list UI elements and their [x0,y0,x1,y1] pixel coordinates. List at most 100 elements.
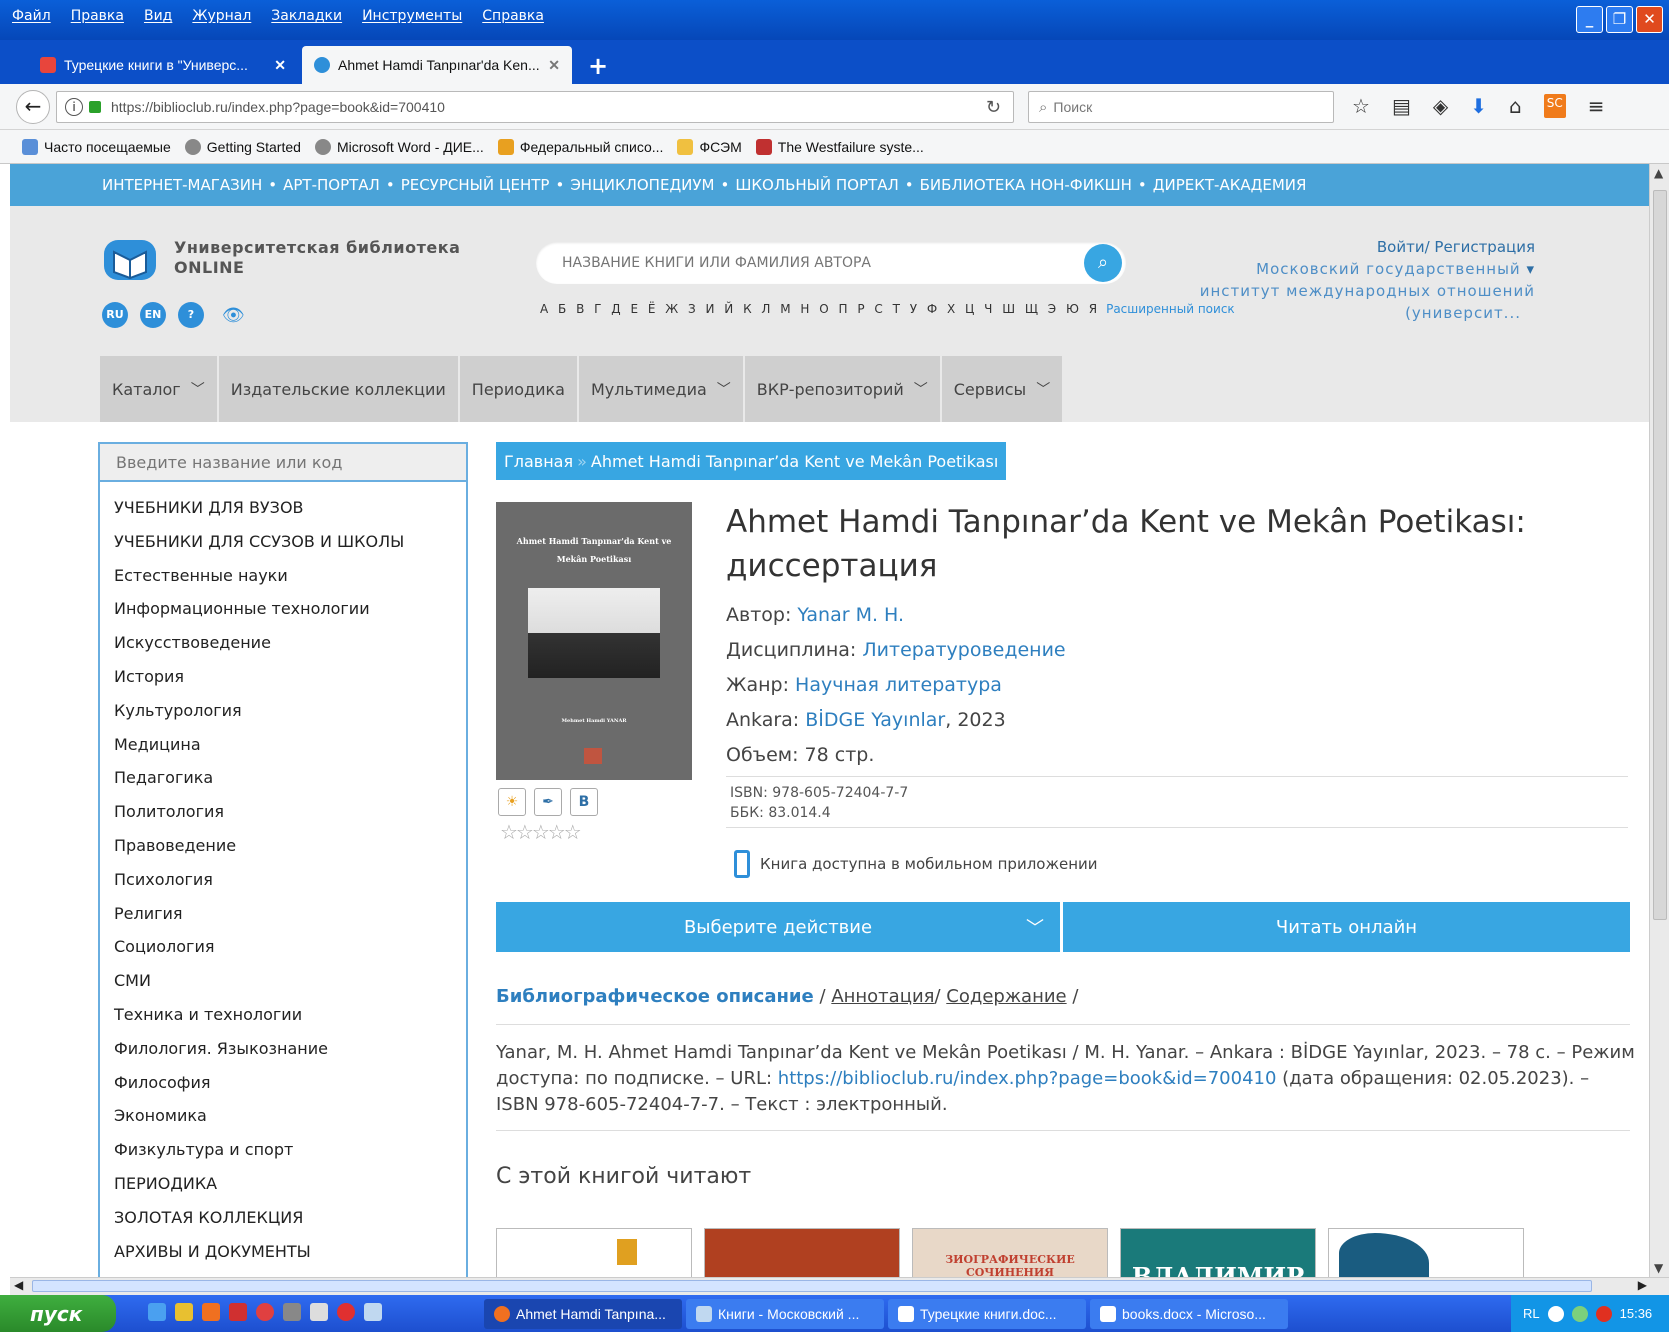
catalog-category-item[interactable]: Культурология [100,701,466,735]
tab-contents[interactable]: Содержание [946,986,1066,1007]
catalog-category-item[interactable]: Физкультура и спорт [100,1140,466,1174]
login-register-link[interactable]: Войти/ Регистрация [1200,236,1535,258]
search-icon[interactable]: ⌕ [1084,244,1122,282]
catalog-category-item[interactable]: АРХИВЫ И ДОКУМЕНТЫ [100,1242,466,1276]
catalog-category-item[interactable]: Политология [100,802,466,836]
site-search-input[interactable] [562,242,1082,284]
lang-en-button[interactable]: EN [140,302,166,328]
menu-bookmarks[interactable]: Закладки [271,8,342,24]
opera-icon[interactable] [256,1303,274,1321]
scroll-thumb[interactable] [32,1280,1592,1292]
related-book-thumb[interactable]: ВЛАДИМИР [1120,1228,1316,1277]
catalog-category-item[interactable]: УЧЕБНИКИ ДЛЯ ВУЗОВ [100,498,466,532]
alert-icon[interactable] [1595,1305,1612,1322]
breadcrumb-home[interactable]: Главная [504,452,573,471]
home-icon[interactable]: ⌂ [1509,94,1522,118]
menu-file[interactable]: Файл [12,8,51,24]
task-books[interactable]: Книги - Московский ... [686,1299,884,1329]
nav-vkr-repository[interactable]: ВКР-репозиторий ﹀ [744,356,942,422]
catalog-category-item[interactable]: Филология. Языкознание [100,1039,466,1073]
firefox-icon[interactable] [202,1303,220,1321]
portal-link[interactable]: АРТ-ПОРТАЛ [283,176,380,194]
nav-publisher-collections[interactable]: Издательские коллекции [218,356,460,422]
catalog-category-item[interactable]: Искусствоведение [100,633,466,667]
genre-link[interactable]: Научная литература [795,674,1002,696]
rating-stars[interactable]: ☆☆☆☆☆ [500,820,582,844]
menu-edit[interactable]: Правка [71,8,124,24]
bookmark-fsem[interactable]: ФСЭМ [677,138,742,155]
bookmark-federal-list[interactable]: Федеральный списо... [497,138,663,155]
library-logo-text[interactable]: Университетская библиотека ONLINE [174,238,460,278]
language-indicator[interactable]: RL [1523,1306,1540,1321]
publisher-link[interactable]: BİDGE Yayınlar [805,709,945,731]
extension-sc-icon[interactable]: SC [1543,94,1566,118]
chrome-icon[interactable] [175,1303,193,1321]
nav-services[interactable]: Сервисы ﹀ [941,356,1065,422]
menu-hamburger-icon[interactable]: ≡ [1588,94,1605,118]
catalog-category-item[interactable]: Медицина [100,735,466,769]
book-cover[interactable]: Ahmet Hamdi Tanpınar'da Kent ve Mekân Po… [496,502,692,780]
back-arrow-icon[interactable] [1547,1305,1564,1322]
share-pen-icon[interactable]: ✒ [534,788,562,816]
menu-history[interactable]: Журнал [192,8,251,24]
portal-link[interactable]: БИБЛИОТЕКА НОН-ФИКШН [920,176,1132,194]
nav-periodicals[interactable]: Периодика [459,356,579,422]
catalog-category-item[interactable]: Религия [100,904,466,938]
lang-ru-button[interactable]: RU [102,302,128,328]
catalog-filter-input[interactable] [100,444,466,482]
url-bar[interactable]: i https://biblioclub.ru/index.php?page=b… [56,91,1014,123]
browser-search-field[interactable]: ⌕ Поиск [1028,91,1334,123]
menu-help[interactable]: Справка [482,8,544,24]
close-tab-icon[interactable]: ✕ [274,57,286,74]
catalog-category-item[interactable]: Информационные технологии [100,599,466,633]
info-icon[interactable]: i [65,98,83,116]
close-tab-icon[interactable]: ✕ [548,57,560,74]
network-icon[interactable] [1571,1305,1588,1322]
maximize-button[interactable]: ❐ [1606,6,1633,33]
vertical-scrollbar[interactable]: ▲ ▼ [1649,164,1669,1277]
catalog-category-item[interactable]: Естественные науки [100,566,466,600]
select-action-dropdown[interactable]: Выберите действие ﹀ [496,902,1060,952]
url-text[interactable]: https://biblioclub.ru/index.php?page=boo… [111,99,986,115]
related-book-thumb[interactable] [496,1228,692,1277]
author-link[interactable]: Yanar M. H. [797,604,904,626]
task-word-2[interactable]: books.docx - Microso... [1090,1299,1288,1329]
catalog-category-item[interactable]: Педагогика [100,768,466,802]
scroll-thumb[interactable] [1653,190,1667,920]
catalog-category-item[interactable]: ЗОЛОТАЯ КОЛЛЕКЦИЯ [100,1208,466,1242]
app-icon[interactable] [364,1303,382,1321]
scroll-right-icon[interactable]: ▶ [1638,1278,1647,1292]
close-window-button[interactable]: ✕ [1636,6,1663,33]
portal-link[interactable]: ШКОЛЬНЫЙ ПОРТАЛ [735,176,898,194]
help-button[interactable]: ? [178,302,204,328]
portal-link[interactable]: ИНТЕРНЕТ-МАГАЗИН [102,176,262,194]
horizontal-scrollbar[interactable]: ◀ ▶ [10,1277,1669,1295]
tab-bibliographic[interactable]: Библиографическое описание [496,986,814,1007]
task-word-1[interactable]: Турецкие книги.doc... [888,1299,1086,1329]
tab-annotation[interactable]: Аннотация [831,986,934,1007]
new-tab-button[interactable]: + [588,52,608,80]
related-book-thumb[interactable] [1328,1228,1524,1277]
task-firefox[interactable]: Ahmet Hamdi Tanpına... [484,1299,682,1329]
share-vk-icon[interactable]: B [570,788,598,816]
accessibility-eye-icon[interactable]: 👁 [222,305,245,326]
catalog-category-item[interactable]: Техника и технологии [100,1005,466,1039]
discipline-link[interactable]: Литературоведение [862,639,1065,661]
portal-link[interactable]: РЕСУРСНЫЙ ЦЕНТР [401,176,550,194]
library-logo-icon[interactable] [102,234,158,284]
bookmark-getting-started[interactable]: Getting Started [184,138,301,155]
tab-book-page[interactable]: Ahmet Hamdi Tanpınar'da Ken... ✕ [302,46,572,84]
nav-catalog[interactable]: Каталог ﹀ [100,356,219,422]
bookmark-ms-word[interactable]: Microsoft Word - ДИЕ... [314,138,484,155]
ie-icon[interactable] [148,1303,166,1321]
minimize-button[interactable]: _ [1576,6,1603,33]
pdf-icon[interactable] [229,1303,247,1321]
catalog-category-item[interactable]: ПЕРИОДИКА [100,1174,466,1208]
catalog-category-item[interactable]: Экономика [100,1106,466,1140]
menu-tools[interactable]: Инструменты [362,8,462,24]
bookmark-star-icon[interactable]: ☆ [1352,94,1370,118]
scroll-up-icon[interactable]: ▲ [1654,166,1663,180]
catalog-category-item[interactable]: Социология [100,937,466,971]
back-button[interactable]: ← [16,90,50,124]
start-button[interactable]: пуск [0,1295,116,1332]
